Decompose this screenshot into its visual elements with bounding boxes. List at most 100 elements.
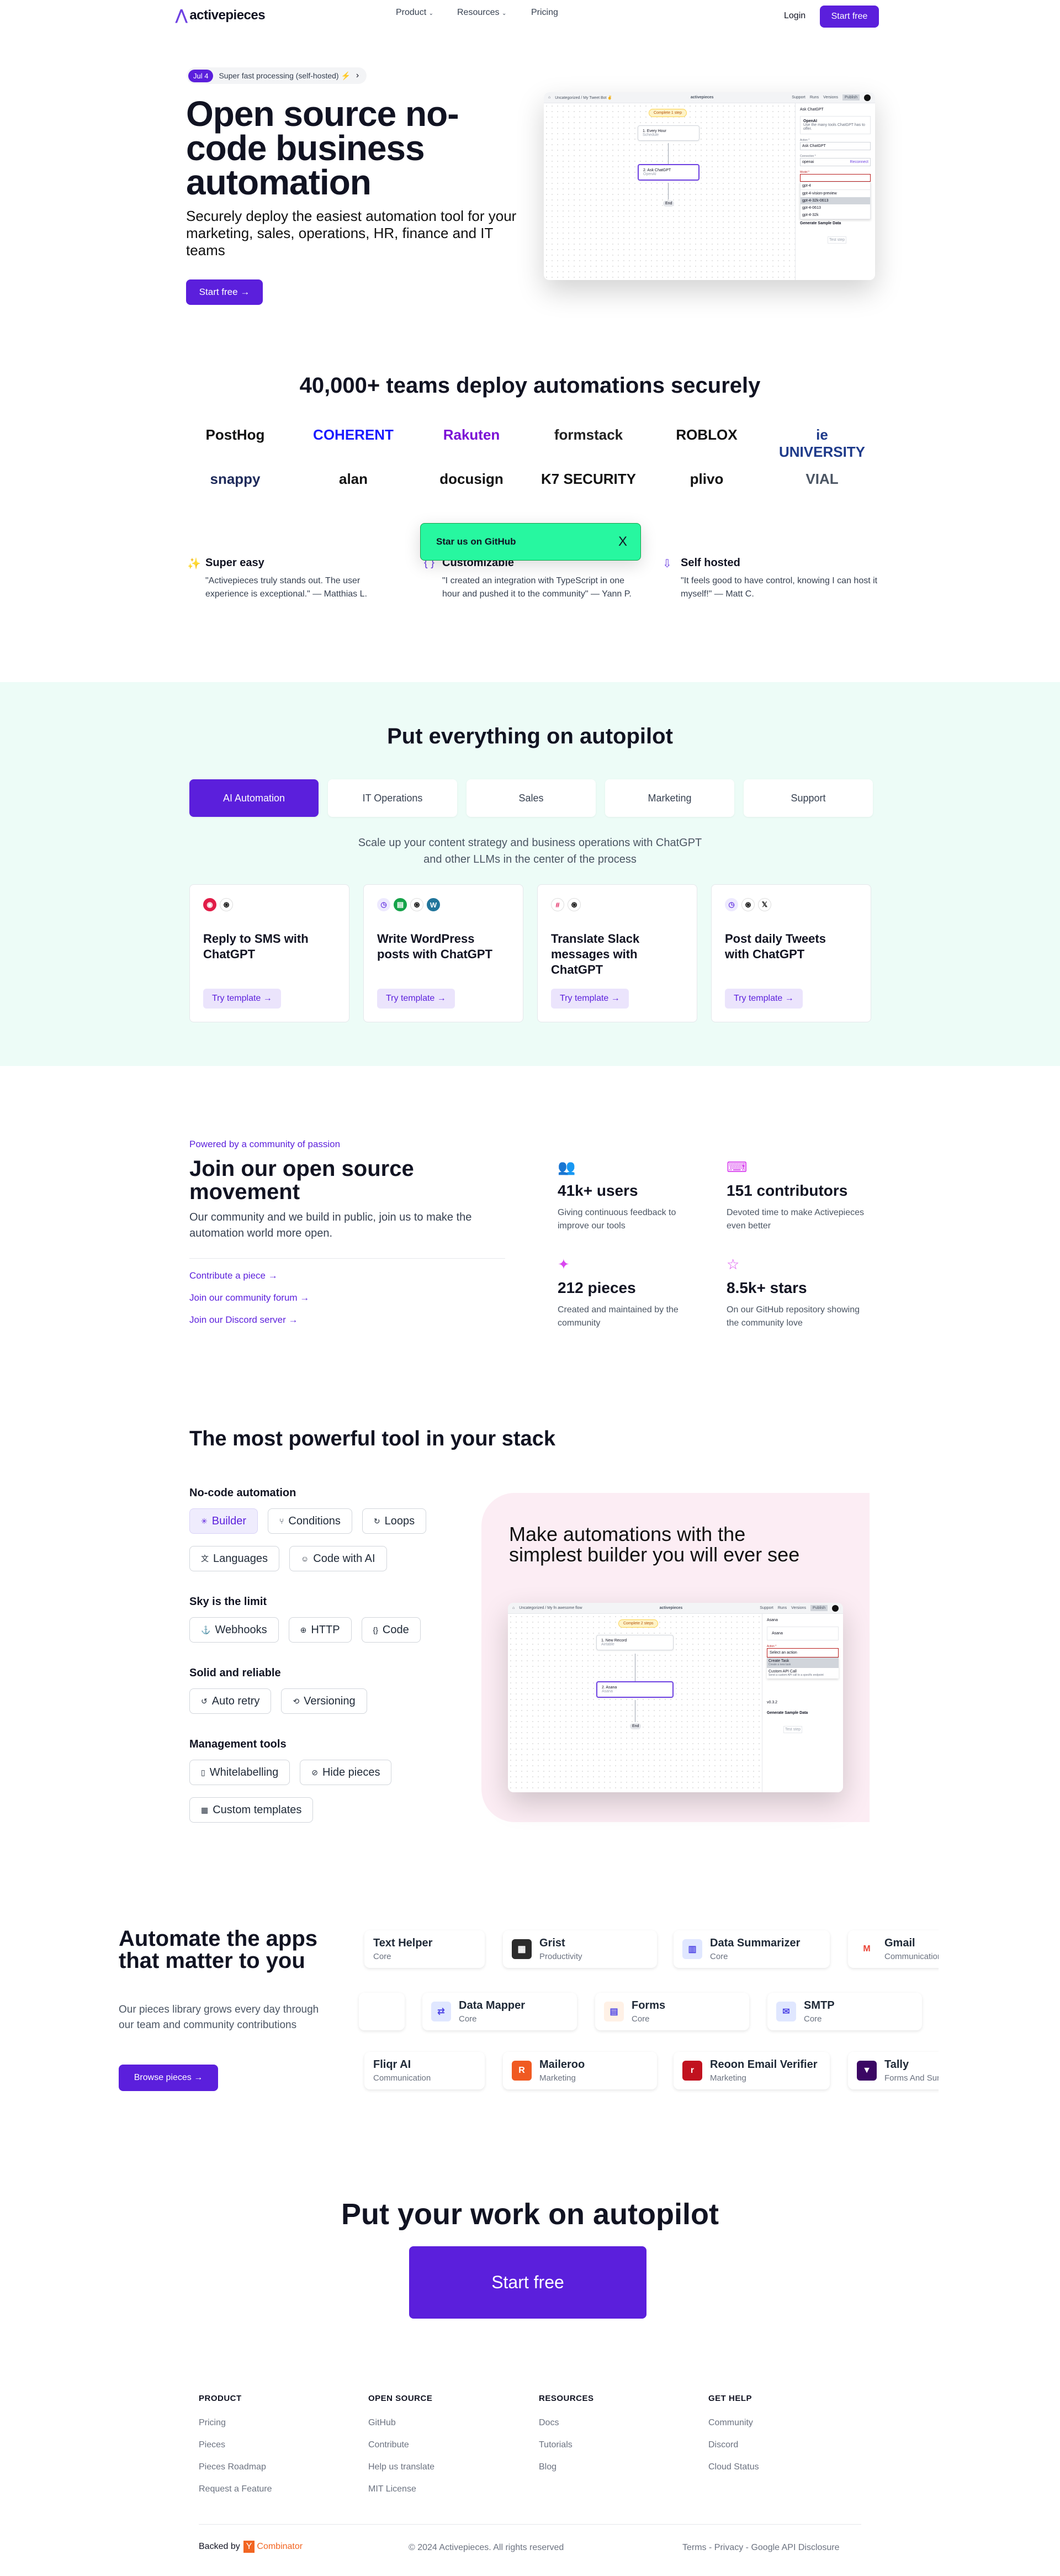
company-logo: VIAL — [805, 471, 839, 487]
app-card[interactable]: M Gmail Communication — [848, 1930, 939, 1968]
terms-link[interactable]: Terms — [682, 2543, 707, 2552]
users-icon: 👥 — [558, 1159, 576, 1175]
chip-row: ▦ Custom templates — [189, 1797, 465, 1823]
footer-link[interactable]: Contribute — [368, 2440, 409, 2450]
nav-start-free-button[interactable]: Start free — [820, 6, 879, 28]
apps-carousel: Text Helper Core ▦ Grist Productivity ▥ Data S… — [353, 1922, 939, 2104]
tab-marketing[interactable]: Marketing — [605, 779, 734, 817]
footer-link[interactable]: Community — [708, 2418, 753, 2428]
github-star-toast[interactable]: Star us on GitHub X — [420, 523, 641, 561]
app-card[interactable]: R Maileroo Marketing — [503, 2052, 657, 2089]
builder-icon: ✳ — [201, 1516, 208, 1525]
whitelabelling-icon: ▯ — [201, 1767, 205, 1777]
footer-link[interactable]: Discord — [708, 2440, 738, 2450]
footer-link[interactable]: Request a Feature — [199, 2484, 272, 2494]
hide-pieces-icon: ⊘ — [311, 1767, 318, 1777]
chip-auto-retry[interactable]: ↺ Auto retry — [189, 1688, 272, 1714]
app-name: Grist — [539, 1937, 565, 1949]
try-template-button[interactable]: Try template → — [551, 989, 629, 1009]
footer-link[interactable]: Tutorials — [539, 2440, 573, 2450]
community-link[interactable]: Contribute a piece → — [189, 1270, 278, 1281]
close-icon[interactable]: X — [618, 534, 627, 550]
template-cards: ◉ ֍ Reply to SMS with ChatGPT Try template … — [189, 884, 871, 1022]
chip-builder[interactable]: ✳ Builder — [189, 1508, 258, 1534]
chip-conditions[interactable]: ⑂ Conditions — [268, 1508, 352, 1534]
try-template-button[interactable]: Try template → — [203, 989, 281, 1009]
footer-link[interactable]: Pieces — [199, 2440, 225, 2450]
app-card[interactable]: ▼ Tally Forms And Surveys — [848, 2052, 939, 2089]
brand-logo[interactable]: ⋀ activepieces — [176, 7, 266, 24]
party-popper-icon: ✨ — [187, 558, 201, 570]
chip-label: Hide pieces — [322, 1766, 380, 1778]
company-logo: formstack — [554, 426, 623, 443]
browse-pieces-button[interactable]: Browse pieces → — [119, 2065, 218, 2091]
tab-it-operations[interactable]: IT Operations — [328, 779, 457, 817]
app-name: Fliqr AI — [373, 2058, 411, 2071]
chip-custom-templates[interactable]: ▦ Custom templates — [189, 1797, 314, 1823]
privacy-link[interactable]: Privacy — [714, 2543, 743, 2552]
footer-link[interactable]: GitHub — [368, 2418, 396, 2428]
chip-languages[interactable]: 文 Languages — [189, 1546, 279, 1571]
app-card[interactable]: ▥ Data Summarizer Core — [674, 1930, 830, 1968]
app-info: Reoon Email Verifier Marketing — [710, 2058, 818, 2083]
chip-http[interactable]: ⊕ HTTP — [288, 1617, 352, 1643]
chip-webhooks[interactable]: ⚓ Webhooks — [189, 1617, 279, 1643]
forms-icon: ▤ — [604, 2002, 624, 2021]
apps-title: Automate the apps that matter to you — [119, 1926, 318, 1973]
template-card[interactable]: # ֍ Translate Slack messages with ChatGPT T… — [537, 884, 697, 1022]
tab-support[interactable]: Support — [744, 779, 873, 817]
app-card[interactable] — [359, 1993, 405, 2030]
nav-product[interactable]: Product ⌄ — [396, 8, 433, 18]
code-monitor-icon: ⌨ — [727, 1159, 748, 1175]
chip-code-with-ai[interactable]: ☺ Code with AI — [289, 1546, 387, 1571]
cta-start-free-button[interactable]: Start free — [409, 2246, 646, 2319]
try-template-button[interactable]: Try template → — [377, 989, 455, 1009]
app-category: Communication — [884, 1952, 939, 1961]
chip-row: ▯ Whitelabelling ⊘ Hide pieces — [189, 1760, 465, 1785]
chip-label: Code — [382, 1623, 409, 1636]
company-logo: docusign — [439, 471, 504, 487]
code-icon: {} — [373, 1625, 378, 1634]
chip-code[interactable]: {} Code — [361, 1617, 421, 1643]
footer-link[interactable]: MIT License — [368, 2484, 416, 2494]
chip-label: Auto retry — [211, 1695, 260, 1707]
tab-ai-automation[interactable]: AI Automation — [189, 779, 319, 817]
footer-link[interactable]: Help us translate — [368, 2462, 434, 2472]
nav-pricing[interactable]: Pricing — [531, 8, 558, 18]
template-card[interactable]: ◉ ֍ Reply to SMS with ChatGPT Try template … — [189, 884, 349, 1022]
nav-resources[interactable]: Resources ⌄ — [457, 8, 506, 18]
chip-row: 文 Languages ☺ Code with AI — [189, 1546, 465, 1571]
app-card[interactable]: ⇄ Data Mapper Core — [422, 1993, 577, 2030]
footer-link[interactable]: Docs — [539, 2418, 559, 2428]
footer-link[interactable]: Blog — [539, 2462, 556, 2472]
home-icon: ⌂ — [512, 1606, 515, 1610]
app-card[interactable]: Fliqr AI Communication — [364, 2052, 485, 2089]
hero-builder-screenshot: ⌂ Uncategorized / My Tweet Bot ✌ activepi… — [544, 92, 875, 280]
hero-start-free-button[interactable]: Start free → — [186, 279, 263, 305]
template-card[interactable]: ◷ ֍ 𝕏 Post daily Tweets with ChatGPT Try tem… — [711, 884, 871, 1022]
footer-link[interactable]: Pricing — [199, 2418, 226, 2428]
login-link[interactable]: Login — [784, 11, 805, 21]
app-card[interactable]: Text Helper Core — [364, 1930, 485, 1968]
app-card[interactable]: ▤ Forms Core — [595, 1993, 749, 2030]
community-link[interactable]: Join our Discord server → — [189, 1315, 298, 1326]
chip-versioning[interactable]: ⟲ Versioning — [281, 1688, 367, 1714]
app-category: Core — [804, 2014, 822, 2024]
chip-hide-pieces[interactable]: ⊘ Hide pieces — [300, 1760, 392, 1785]
announcement-badge[interactable]: Jul 4 Super fast processing (self-hosted… — [187, 67, 367, 84]
app-card[interactable]: ✉ SMTP Core — [767, 1993, 922, 2030]
chip-whitelabelling[interactable]: ▯ Whitelabelling — [189, 1760, 290, 1785]
app-card[interactable]: ▦ Grist Productivity — [503, 1930, 657, 1968]
app-card[interactable]: r Reoon Email Verifier Marketing — [674, 2052, 830, 2089]
chip-loops[interactable]: ↻ Loops — [362, 1508, 427, 1534]
x-icon: 𝕏 — [758, 898, 771, 911]
try-template-button[interactable]: Try template → — [725, 989, 803, 1009]
divider — [189, 1258, 505, 1259]
footer-link[interactable]: Pieces Roadmap — [199, 2462, 266, 2472]
google-api-disclosure-link[interactable]: Google API Disclosure — [751, 2543, 839, 2552]
footer-link[interactable]: Cloud Status — [708, 2462, 759, 2472]
data-mapper-icon: ⇄ — [431, 2002, 451, 2021]
tab-sales[interactable]: Sales — [467, 779, 596, 817]
community-link[interactable]: Join our community forum → — [189, 1292, 309, 1303]
template-card[interactable]: ◷ ▤ ֍ W Write WordPress posts with ChatGPT Tr… — [363, 884, 523, 1022]
